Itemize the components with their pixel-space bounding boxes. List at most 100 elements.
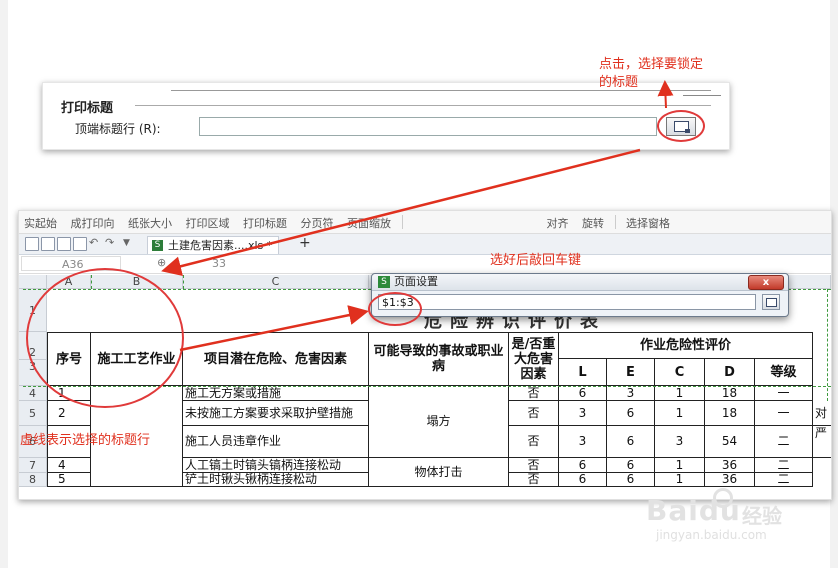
top-title-row-input[interactable] [199,117,657,136]
collapse-dialog-button[interactable] [762,294,780,310]
table-cell[interactable]: 否 [509,473,559,487]
ribbon-item[interactable]: 页面缩放 [342,211,396,231]
row-header[interactable]: 4 [19,386,47,401]
table-cell[interactable]: 18 [705,386,755,401]
ribbon-toolbar: 实起始 成打印向 纸张大小 打印区域 打印标题 分页符 页面缩放 对齐 旋转 选… [19,211,831,234]
redo-icon[interactable]: ↷ [105,237,117,249]
header-cell-c[interactable]: C [655,359,705,386]
header-cell-grade[interactable]: 等级 [755,359,813,386]
table-cell[interactable]: 1 [655,401,705,426]
undo-icon[interactable]: ↶ [89,237,101,249]
table-cell[interactable]: 6 [607,458,655,473]
table-cell[interactable]: 未按施工方案要求采取护壁措施 [183,401,369,426]
table-cell[interactable]: 施工无方案或措施 [183,386,369,401]
add-tab-button[interactable]: + [299,235,311,251]
column-header-c[interactable]: C [183,275,369,289]
row-header[interactable]: 7 [19,458,47,473]
header-cell-evaluation[interactable]: 作业危险性评价 [559,332,813,359]
table-cell[interactable]: 1 [655,386,705,401]
table-cell[interactable]: 二 [755,473,813,487]
table-cell[interactable]: 1 [655,458,705,473]
app-icon: S [378,276,390,288]
open-icon[interactable] [25,237,39,251]
page-setup-dialog: S 页面设置 x $1:$3 [371,273,789,317]
close-button[interactable]: x [748,275,784,290]
watermark-cn: 经验 [742,504,782,528]
table-cell[interactable]: 铲土时锹头锹柄连接松动 [183,473,369,487]
table-cell[interactable]: 否 [509,386,559,401]
ribbon-item[interactable]: 实起始 [19,211,62,231]
divider [614,215,616,229]
table-cell[interactable]: 1 [655,473,705,487]
table-cell-accident[interactable]: 物体打击 [369,458,509,487]
dashed-annotation: 虚线表示选择的标题行 [20,433,151,448]
table-cell[interactable]: 54 [705,426,755,458]
print-icon[interactable] [57,237,71,251]
print-title-panel: 打印标题 顶端标题行 (R): [42,82,730,150]
save-icon[interactable] [41,237,55,251]
table-cell[interactable]: 36 [705,458,755,473]
ribbon-item[interactable]: 成打印向 [66,211,120,231]
header-cell-d[interactable]: D [705,359,755,386]
table-cell[interactable]: 4 [47,458,91,473]
dropdown-icon[interactable]: ▼ [123,237,135,249]
table-cell[interactable]: 严 [813,426,831,458]
table-cell[interactable]: 一 [755,386,813,401]
header-cell-hazard[interactable]: 项目潜在危险、危害因素 [183,332,369,386]
table-cell[interactable]: 6 [607,426,655,458]
range-input[interactable]: $1:$3 [378,294,756,310]
table-cell[interactable]: 对 [813,401,831,426]
table-cell-accident[interactable]: 塌方 [369,386,509,458]
table-cell[interactable]: 3 [559,426,607,458]
table-cell[interactable]: 3 [559,401,607,426]
preview-icon[interactable] [73,237,87,251]
table-cell[interactable]: 6 [559,386,607,401]
ribbon-item[interactable]: 纸张大小 [123,211,177,231]
table-cell[interactable]: 36 [705,473,755,487]
header-cell-e[interactable]: E [607,359,655,386]
ribbon-item[interactable]: 打印区域 [181,211,235,231]
ribbon-item[interactable]: 旋转 [577,211,609,231]
ribbon-item[interactable]: 打印标题 [238,211,292,231]
spreadsheet-icon: S [152,240,163,251]
dialog-title: 页面设置 [394,275,438,288]
table-cell[interactable]: 5 [47,473,91,487]
enter-annotation: 选好后敲回车键 [490,253,582,268]
row-header[interactable]: 8 [19,473,47,487]
table-cell[interactable]: 一 [755,401,813,426]
document-tab[interactable]: S 土建危害因素....xls * [147,236,280,254]
table-cell[interactable]: 二 [755,458,813,473]
ribbon-gap [408,223,538,227]
table-cell[interactable]: 否 [509,426,559,458]
zoom-icon[interactable]: ⊕ [157,256,166,269]
row-header[interactable]: 5 [19,401,47,426]
table-cell[interactable]: 否 [509,458,559,473]
table-cell[interactable]: 6 [607,473,655,487]
selection-marquee-divider [183,275,184,289]
header-cell-major[interactable]: 是/否重大危害因素 [509,332,559,386]
table-cell[interactable]: 施工人员违章作业 [183,426,369,458]
ribbon-item[interactable]: 对齐 [542,211,574,231]
select-all-corner[interactable] [19,275,47,289]
table-cell[interactable]: 6 [559,473,607,487]
ribbon-item[interactable]: 选择窗格 [621,211,675,231]
watermark-url: jingyan.baidu.com [656,528,767,542]
dialog-titlebar: S 页面设置 x [372,274,788,291]
divider [401,215,403,229]
table-cell[interactable]: 6 [559,458,607,473]
table-cell[interactable]: 人工镐土时镐头镐柄连接松动 [183,458,369,473]
formula-value[interactable]: 33 [212,257,226,270]
table-cell[interactable]: 6 [607,401,655,426]
selection-marquee-right [827,289,828,401]
table-cell[interactable]: 否 [509,401,559,426]
header-cell-l[interactable]: L [559,359,607,386]
baidu-watermark: Baidu 经验 jingyan.baidu.com [646,488,796,544]
print-title-heading: 打印标题 [61,101,114,116]
table-cell[interactable]: 3 [607,386,655,401]
header-cell-accident[interactable]: 可能导致的事故或职业病 [369,332,509,386]
table-cell[interactable]: 18 [705,401,755,426]
table-cell[interactable]: 3 [655,426,705,458]
table-cell[interactable]: 二 [755,426,813,458]
ribbon-item[interactable]: 分页符 [296,211,339,231]
document-tab-bar: ↶ ↷ ▼ S 土建危害因素....xls * + [19,234,831,255]
